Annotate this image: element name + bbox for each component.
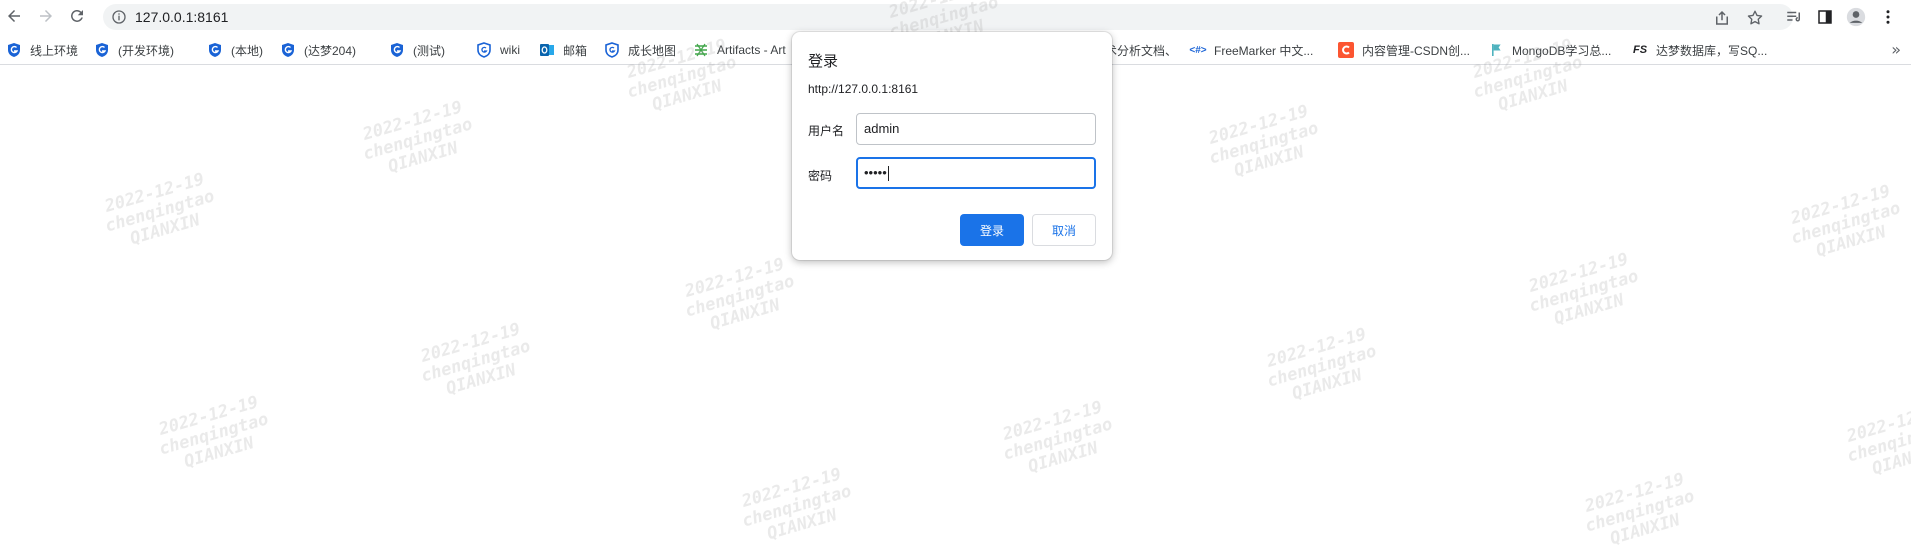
bookmark-item[interactable]: Artifacts - Art	[693, 41, 786, 59]
watermark: 2022-12-19chenqingtaoQIANXIN	[102, 169, 217, 250]
watermark: 2022-12-19chenqingtaoQIANXIN	[1000, 397, 1115, 478]
bookmark-item[interactable]: 线上环境	[6, 41, 78, 59]
bookmark-item[interactable]: wiki	[476, 41, 520, 59]
watermark: 2022-12-19chenqingtaoQIANXIN	[1264, 324, 1379, 405]
artifacts-icon	[693, 42, 709, 58]
bookmark-item[interactable]: <#> FreeMarker 中文...	[1189, 41, 1313, 59]
watermark: 2022-12-19chenqingtaoQIANXIN	[1526, 249, 1641, 330]
shield-icon	[389, 42, 405, 58]
profile-avatar-icon[interactable]	[1846, 7, 1866, 27]
bookmark-item[interactable]: (本地)	[207, 41, 263, 59]
code-tag-icon: <#>	[1189, 44, 1207, 56]
username-label: 用户名	[808, 124, 845, 138]
watermark: 2022-12-19chenqingtaoQIANXIN	[739, 464, 854, 545]
login-dialog: 登录 http://127.0.0.1:8161 用户名 admin 密码 ••…	[792, 32, 1112, 260]
share-icon[interactable]	[1713, 9, 1731, 27]
address-bar[interactable]: 127.0.0.1:8161	[103, 4, 1793, 30]
password-field[interactable]: •••••	[856, 157, 1096, 189]
username-field[interactable]: admin	[856, 113, 1096, 145]
csdn-icon	[1338, 42, 1354, 58]
back-button[interactable]	[1, 3, 27, 29]
fs-icon: FS	[1632, 44, 1648, 56]
bookmarks-overflow-icon[interactable]: »	[1891, 40, 1901, 59]
dialog-origin: http://127.0.0.1:8161	[808, 82, 919, 96]
text-caret	[887, 166, 889, 182]
bookmark-item[interactable]: MongoDB学习总...	[1488, 41, 1611, 59]
shield-icon	[476, 42, 492, 58]
shield-icon	[604, 42, 620, 58]
watermark: 2022-12-19chenqingtaoQIANXIN	[1844, 399, 1911, 480]
forward-arrow-icon	[40, 10, 52, 22]
watermark: 2022-12-19chenqingtaoQIANXIN	[682, 254, 797, 335]
back-arrow-icon	[8, 10, 20, 22]
url-text: 127.0.0.1:8161	[135, 9, 229, 25]
forward-button[interactable]	[33, 3, 59, 29]
browser-toolbar: 127.0.0.1:8161	[0, 0, 1911, 34]
watermark: 2022-12-19chenqingtaoQIANXIN	[360, 97, 475, 178]
shield-icon	[94, 42, 110, 58]
watermark: 2022-12-19chenqingtaoQIANXIN	[156, 392, 271, 473]
watermark: 2022-12-19chenqingtaoQIANXIN	[418, 319, 533, 400]
reload-icon	[71, 9, 83, 22]
bookmark-item[interactable]: 术分析文档、	[1105, 41, 1177, 59]
star-icon[interactable]	[1746, 9, 1764, 27]
dialog-title: 登录	[808, 52, 839, 70]
shield-icon	[6, 42, 22, 58]
watermark: 2022-12-19chenqingtaoQIANXIN	[1788, 181, 1903, 262]
bookmark-item[interactable]: (达梦204)	[280, 41, 356, 59]
menu-kebab-icon[interactable]	[1878, 7, 1898, 27]
info-icon[interactable]	[111, 9, 127, 25]
bookmark-item[interactable]: (测试)	[389, 41, 445, 59]
flag-icon	[1488, 42, 1504, 58]
bookmark-item[interactable]: FS 达梦数据库，写SQ...	[1632, 41, 1767, 59]
bookmark-item[interactable]: 成长地图	[604, 41, 676, 59]
bookmark-item[interactable]: 内容管理-CSDN创...	[1338, 41, 1470, 59]
bookmark-item[interactable]: 邮箱	[539, 41, 587, 59]
watermark: 2022-12-19chenqingtaoQIANXIN	[1206, 101, 1321, 182]
shield-icon	[207, 42, 223, 58]
login-button[interactable]: 登录	[960, 214, 1024, 246]
watermark: 2022-12-19chenqingtaoQIANXIN	[1582, 469, 1697, 550]
outlook-icon	[539, 42, 555, 58]
password-label: 密码	[808, 169, 833, 183]
cancel-button[interactable]: 取消	[1032, 214, 1096, 246]
reload-button[interactable]	[64, 3, 90, 29]
side-panel-icon[interactable]	[1815, 7, 1835, 27]
bookmark-item[interactable]: (开发环境)	[94, 41, 174, 59]
shield-icon	[280, 42, 296, 58]
reading-list-icon[interactable]	[1784, 7, 1804, 27]
